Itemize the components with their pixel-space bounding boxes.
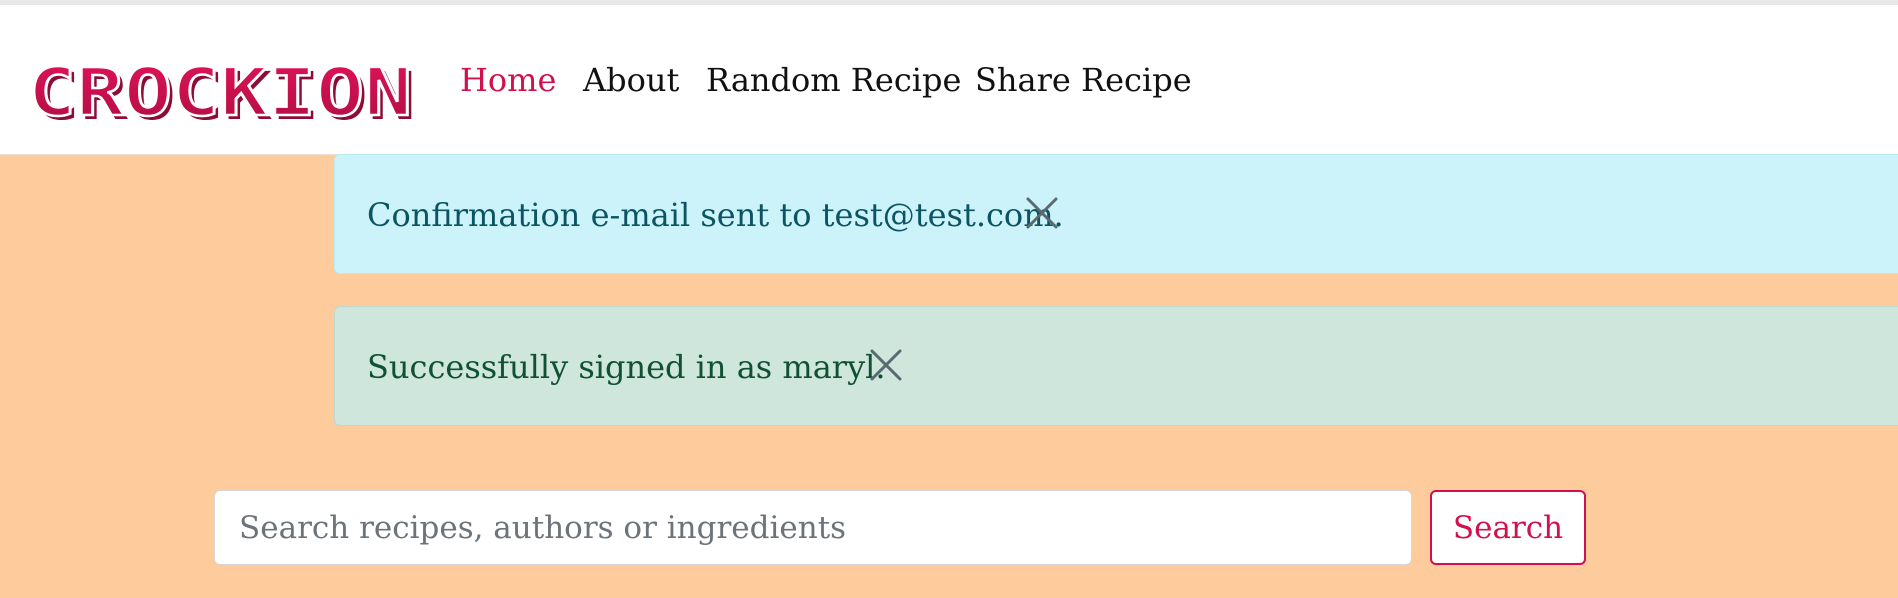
navbar: CROCKION CROCKION CROCKION Home About Ra… <box>0 5 1898 155</box>
nav-home[interactable]: Home <box>460 60 556 100</box>
search-button[interactable]: Search <box>1430 490 1586 565</box>
alert-info: Confirmation e-mail sent to test@test.co… <box>334 154 1898 274</box>
alert-info-message: Confirmation e-mail sent to test@test.co… <box>367 196 1064 234</box>
alert-success-message: Successfully signed in as maryl. <box>367 348 886 386</box>
close-icon[interactable] <box>869 348 903 382</box>
close-icon[interactable] <box>1025 196 1059 230</box>
nav-share-recipe[interactable]: Share Recipe <box>975 60 1192 100</box>
nav-about[interactable]: About <box>583 60 679 100</box>
nav-random-recipe[interactable]: Random Recipe <box>706 60 961 100</box>
search-input[interactable] <box>214 490 1412 565</box>
alert-success: Successfully signed in as maryl. <box>334 306 1898 426</box>
logo-text-inline: CROCKION <box>28 54 412 127</box>
crockion-logo[interactable]: CROCKION CROCKION CROCKION <box>20 49 415 127</box>
